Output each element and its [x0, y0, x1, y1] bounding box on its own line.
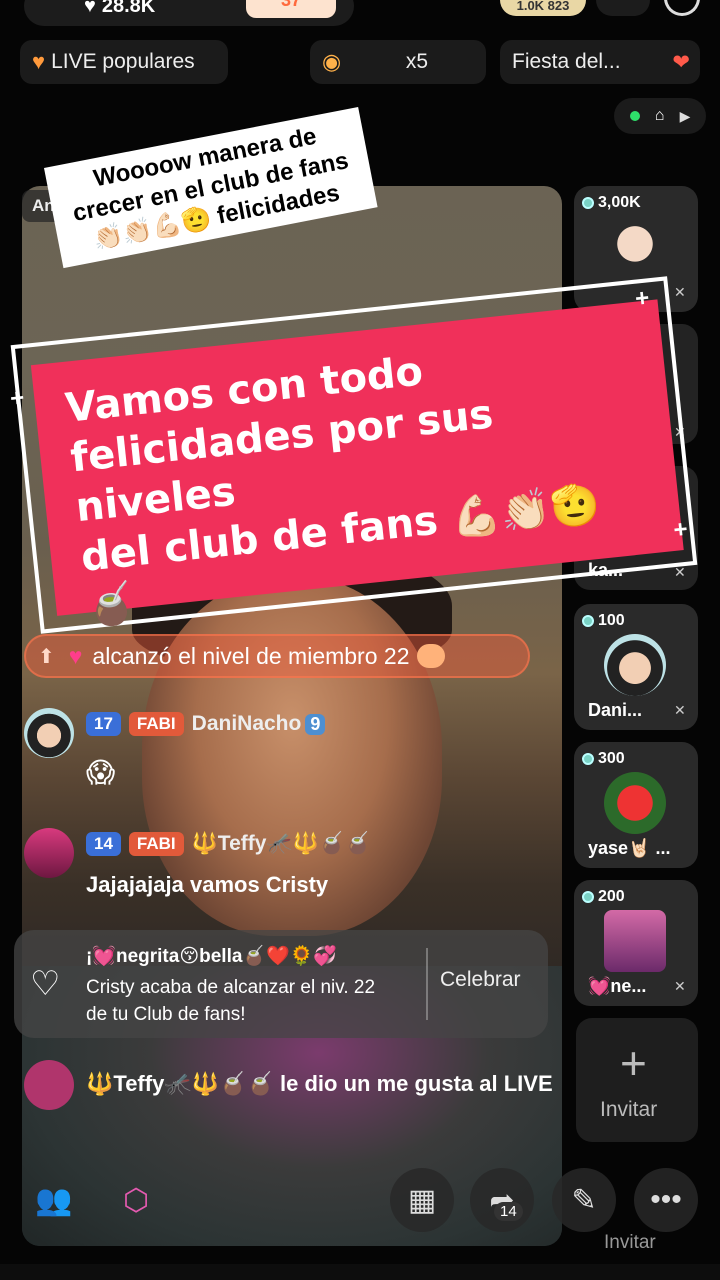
celebrate-user: ¡💓negrita😚bella🧉❤️🌻💞 — [86, 946, 338, 967]
plus-icon: + — [620, 1037, 647, 1089]
fiesta-pill[interactable]: Fiesta del... ❤ — [500, 40, 700, 84]
sparkle-icon: + — [8, 384, 26, 413]
mic-off-icon: ✕ — [674, 702, 686, 718]
invite-label: Invitar — [600, 1098, 658, 1121]
video-icon[interactable]: ▦ — [390, 1168, 454, 1232]
mic-off-icon: ✕ — [674, 978, 686, 994]
guest-card-6[interactable]: 200 💓ne... ✕ — [574, 880, 698, 1006]
divider — [426, 948, 428, 1020]
arrow-up-icon: ⬆ — [38, 645, 55, 668]
people-icon[interactable]: 👥 — [22, 1168, 86, 1232]
viewer-count[interactable] — [596, 0, 650, 16]
live-dot — [629, 111, 640, 121]
likes-value: 28.8K — [101, 0, 156, 17]
like-text: le dio un me gusta al LIVE — [280, 1071, 553, 1096]
guest-score: 200 — [582, 888, 625, 906]
level-badge: 14 — [86, 832, 121, 856]
guest-name: 💓ne... — [588, 976, 647, 996]
invite-label-secondary: Invitar — [604, 1232, 656, 1253]
celebrate-text: Cristy acaba de alcanzar el niv. 22 de t… — [86, 977, 376, 1025]
chevron-right-icon: ▶ — [679, 107, 691, 124]
avatar — [604, 216, 666, 278]
comment-text: 😱 — [86, 757, 116, 788]
fiesta-label: Fiesta del... — [512, 50, 621, 73]
like-user[interactable]: 🔱Teffy🦟🔱🧉🧉 — [86, 1071, 274, 1096]
guest-score: 3,00K — [582, 194, 641, 212]
guest-score: 300 — [582, 750, 625, 768]
heart-icon: ♥ — [84, 0, 96, 17]
avatar — [24, 1060, 74, 1110]
avatar — [24, 708, 74, 758]
fan-badge: FABI — [128, 832, 184, 856]
comment-user[interactable]: DaniNacho — [192, 712, 302, 736]
avatar — [24, 828, 74, 878]
heart-icon: ♥ — [68, 642, 83, 669]
share-count: 14 — [494, 1202, 523, 1221]
guest-score-value: 3,00K — [598, 194, 641, 211]
comment-user[interactable]: 🔱Teffy🦟🔱🧉🧉 — [192, 832, 371, 856]
guest-card-5[interactable]: 300 yase🤘🏻 ... — [574, 742, 698, 868]
top-orange-badge[interactable]: 37 — [246, 0, 336, 18]
viewer-badge[interactable]: 1.0K 823 — [500, 0, 586, 16]
level-up-notice: ⬆ ♥ alcanzó el nivel de miembro 22 — [24, 634, 530, 678]
guest-name: yase🤘🏻 ... — [588, 838, 671, 858]
level-badge: 17 — [86, 712, 121, 736]
comment-text: Jajajajaja vamos Cristy — [86, 872, 329, 897]
mic-off-icon: ✕ — [674, 284, 686, 300]
comment-meta: 14 FABI 🔱Teffy🦟🔱🧉🧉 — [86, 832, 371, 856]
close-icon[interactable] — [664, 0, 700, 16]
gift-icon: ❤ — [672, 50, 690, 74]
celebrate-button[interactable]: Celebrar — [440, 968, 521, 992]
home-icon: ⌂ — [654, 107, 665, 124]
level-up-text: alcanzó el nivel de miembro 22 — [92, 642, 410, 669]
fan-badge: FABI — [128, 712, 184, 736]
invite-card[interactable]: + Invitar — [576, 1018, 698, 1142]
share-icon[interactable]: ➦ — [470, 1168, 534, 1232]
guest-score-value: 100 — [598, 612, 625, 629]
guest-score-value: 200 — [598, 888, 625, 905]
avatar — [604, 634, 666, 696]
magic-wand-icon[interactable]: ✎ — [552, 1168, 616, 1232]
guest-card-4[interactable]: 100 Dani... ✕ — [574, 604, 698, 730]
fan-badge-icon — [417, 644, 446, 668]
gift-box-icon[interactable]: ⬡ — [104, 1168, 168, 1232]
live-popular-pill[interactable]: ♥ LIVE populares — [20, 40, 228, 84]
bottom-strip — [0, 1264, 720, 1280]
multiplier-label: x5 — [405, 50, 428, 73]
multiplier-pill[interactable]: ◉ x5 — [310, 40, 486, 84]
more-icon[interactable]: ••• — [634, 1168, 698, 1232]
user-level-badge: 9 — [305, 713, 326, 735]
live-popular-label: LIVE populares — [51, 50, 195, 73]
avatar — [604, 772, 666, 834]
gem-icon — [582, 891, 594, 903]
guest-score-value: 300 — [598, 750, 625, 767]
home-pill[interactable]: ⌂ ▶ — [614, 98, 706, 134]
gem-icon — [582, 615, 594, 627]
like-notice-text: 🔱Teffy🦟🔱🧉🧉 le dio un me gusta al LIVE — [86, 1068, 566, 1100]
celebrate-card: ♡ ¡💓negrita😚bella🧉❤️🌻💞 Cristy acaba de a… — [14, 930, 548, 1038]
sparkle-icon: + — [672, 515, 689, 544]
gem-icon — [582, 753, 594, 765]
guest-score: 100 — [582, 612, 625, 630]
guest-name: Dani... — [588, 700, 643, 720]
avatar — [604, 910, 666, 972]
planet-icon: ◉ — [322, 49, 342, 74]
comment-meta: 17 FABI DaniNacho 9 — [86, 712, 326, 736]
gem-icon — [582, 197, 594, 209]
heart-icon: ♥ — [32, 49, 46, 74]
heart-outline-icon: ♡ — [30, 965, 61, 1003]
sparkle-icon: + — [633, 284, 651, 313]
